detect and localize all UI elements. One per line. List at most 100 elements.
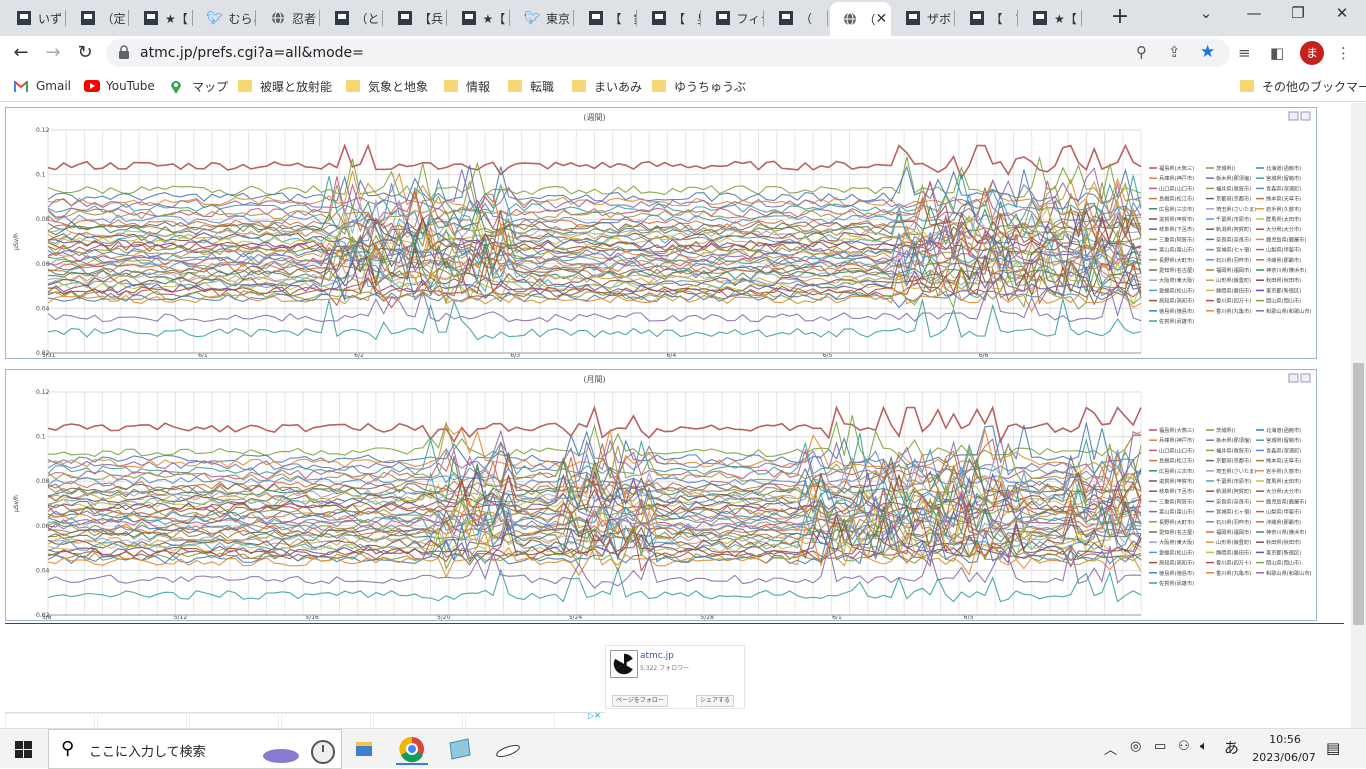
notification-icon[interactable]: ▤ (1326, 739, 1340, 757)
browser-tab[interactable]: （定 (68, 4, 129, 32)
bookmark-item[interactable]: まいあみ (572, 77, 642, 95)
browser-tab[interactable]: 【兵 (385, 4, 447, 32)
bookmark-item[interactable]: 被曝と放射能 (238, 77, 332, 95)
browser-tab[interactable]: （と (322, 4, 383, 32)
legend-label: 岩手県(久慈市) (1266, 467, 1301, 475)
scrollbar-thumb[interactable] (1353, 363, 1364, 625)
facebook-page-widget[interactable]: atmc.jp 5,322 フォロワー ページをフォロー シェアする (605, 645, 745, 709)
browser-tab[interactable]: 【 㚖 (639, 4, 701, 32)
task-view-icon[interactable] (348, 733, 380, 765)
reading-list-icon[interactable]: ≡ (1238, 44, 1251, 62)
profile-avatar[interactable]: ま (1300, 41, 1324, 65)
chrome-taskbar-icon[interactable] (396, 733, 428, 765)
y-tick-label: 0.04 (36, 305, 50, 312)
browser-tab[interactable]: ザボ (893, 4, 955, 32)
legend-label: 石川県(羽咋市) (1216, 256, 1251, 264)
legend-label: 北海道(函館市) (1266, 164, 1301, 172)
legend-label: 山口県(山口市) (1159, 446, 1194, 454)
bookmark-item[interactable]: ゆうちゅうぶ (652, 77, 746, 95)
app-icon[interactable] (444, 733, 476, 765)
taskbar-search-box[interactable]: ⚲ ここに入力して検索 (48, 729, 342, 769)
menu-icon[interactable]: ⋮ (1336, 44, 1351, 62)
tab-title: 【 釒 (609, 11, 638, 26)
legend-label: 山形県(飯豊町) (1216, 538, 1251, 546)
legend-label: 徳島県(徳島市) (1159, 307, 1194, 315)
new-tab-button[interactable]: + (1108, 6, 1132, 30)
browser-tab[interactable]: いず (4, 4, 66, 32)
legend-label: 静岡県(磐田市) (1216, 548, 1251, 556)
restore-button[interactable]: ❐ (1284, 4, 1312, 26)
other-bookmarks[interactable]: その他のブックマーク (1240, 77, 1366, 95)
forward-button[interactable]: → (40, 40, 66, 66)
legend-label: 三重県(阿賀市) (1159, 497, 1194, 505)
browser-tab[interactable]: ★【 (449, 4, 510, 32)
zoom-icon[interactable]: ⚲ (1136, 43, 1147, 61)
bookmark-item[interactable]: 情報 (444, 77, 490, 95)
clock-time[interactable]: 10:56 (1254, 733, 1316, 746)
clock-date[interactable]: 2023/06/07 (1248, 751, 1320, 764)
browser-tab[interactable]: （ (766, 4, 828, 32)
legend-label: 岐阜県(下呂市) (1159, 487, 1194, 495)
site-icon (461, 10, 477, 26)
ad-strip[interactable] (5, 712, 605, 728)
adchoices-icon[interactable]: ▷✕ (588, 711, 601, 720)
browser-tab[interactable]: （✕ (829, 2, 891, 36)
bookmark-item[interactable]: マップ (170, 77, 228, 95)
legend-label: 福井県(敦賀市) (1216, 184, 1251, 192)
tab-search-button[interactable]: ⌄ (1192, 4, 1220, 26)
windows-start-icon[interactable] (15, 741, 32, 758)
ime-indicator[interactable]: あ (1224, 737, 1239, 758)
bookmark-item[interactable]: YouTube (84, 77, 155, 95)
legend-label: 佐賀県(武雄市) (1159, 579, 1194, 587)
fb-page-name[interactable]: atmc.jp (640, 651, 674, 661)
site-icon (715, 10, 731, 26)
browser-tab[interactable]: ★【 (131, 4, 193, 32)
legend-label: 滋賀県(甲賀市) (1159, 215, 1194, 223)
browser-tab[interactable]: フィラ (703, 4, 764, 32)
app-icon-2[interactable] (492, 733, 524, 765)
browser-tab[interactable]: 忍者 (258, 4, 320, 32)
fb-follow-button[interactable]: ページをフォロー (612, 695, 668, 707)
address-bar[interactable]: atmc.jp/prefs.cgi?a=all&mode= ⚲ ⇪ ★ (106, 39, 1230, 67)
bookmark-label: まいあみ (594, 79, 643, 94)
bookmark-star-icon[interactable]: ★ (1200, 42, 1215, 62)
globe-icon (842, 11, 858, 27)
legend-label: 福岡県(福岡市) (1216, 528, 1251, 536)
legend-label: 兵庫県(神戸市) (1159, 436, 1194, 444)
legend-label: 兵庫県(神戸市) (1159, 174, 1194, 182)
side-panel-icon[interactable]: ◧ (1270, 44, 1284, 62)
browser-tab[interactable]: 【 釒 (576, 4, 638, 32)
legend-label: 東京都(新宿区) (1266, 286, 1301, 294)
back-button[interactable]: ← (8, 40, 34, 66)
close-window-button[interactable]: ✕ (1328, 4, 1356, 26)
reload-button[interactable]: ↻ (72, 40, 98, 66)
legend-label: 富山県(富山市) (1159, 508, 1194, 516)
bookmark-item[interactable]: 転職 (508, 77, 554, 95)
bookmark-label: マップ (192, 79, 229, 94)
bookmark-item[interactable]: Gmail (14, 77, 71, 95)
legend-label: 熊本県(天草市) (1266, 457, 1301, 465)
browser-tab[interactable]: 🐦︎ 東京 (512, 4, 574, 32)
bookmark-item[interactable]: 気象と地象 (346, 77, 428, 95)
browser-tab[interactable]: 【 フ (957, 4, 1018, 32)
close-tab-icon[interactable]: ✕ (876, 11, 888, 27)
fb-share-button[interactable]: シェアする (696, 695, 735, 707)
legend-label: 栃木県(那須塩) (1216, 174, 1251, 182)
tray-chevron-icon[interactable]: ︿ (1104, 739, 1117, 758)
share-icon[interactable]: ⇪ (1168, 43, 1181, 61)
volume-icon[interactable]: 🔈︎ (1200, 739, 1208, 754)
battery-icon[interactable]: ▭ (1154, 739, 1166, 754)
browser-tab[interactable]: 🐦︎ むらこ (195, 4, 256, 32)
legend-label: 愛媛県(松山市) (1159, 286, 1194, 294)
legend-label: 群馬県(太田市) (1266, 215, 1301, 223)
tray-app-icon[interactable]: ◎ (1130, 739, 1141, 754)
legend-label: 富山県(富山市) (1159, 246, 1194, 254)
site-icon (16, 10, 32, 26)
browser-tab[interactable]: ★【 (1020, 4, 1082, 32)
legend-label: 京都府(京都市) (1216, 195, 1251, 203)
legend-label: 和歌山県(和歌山市) (1266, 307, 1312, 315)
url-text[interactable]: atmc.jp/prefs.cgi?a=all&mode= (140, 45, 364, 61)
page-scrollbar[interactable] (1351, 103, 1366, 728)
network-icon[interactable]: ⚇ (1178, 739, 1190, 754)
minimize-button[interactable]: — (1240, 4, 1268, 26)
